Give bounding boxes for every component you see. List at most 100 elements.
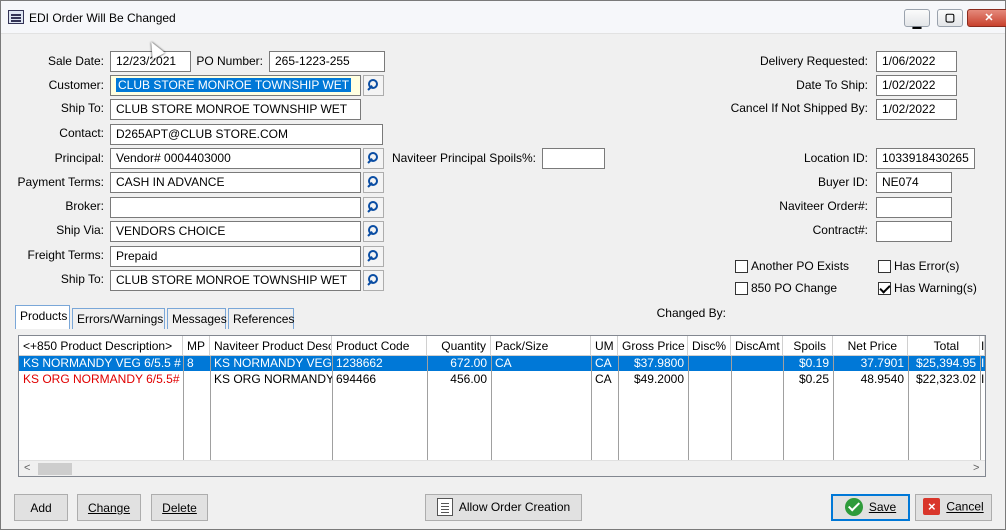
- scroll-right-icon[interactable]: >: [973, 462, 979, 474]
- location-id-label: Location ID:: [803, 151, 868, 165]
- location-id-field[interactable]: 1033918430265: [876, 148, 975, 169]
- cancel-button[interactable]: × Cancel: [915, 494, 992, 521]
- principal-search-button[interactable]: [363, 148, 384, 169]
- payment-terms-label: Payment Terms:: [17, 175, 104, 189]
- column-header[interactable]: Pack/Size: [491, 336, 591, 356]
- column-header[interactable]: Disc%: [688, 336, 731, 356]
- ship-via-label: Ship Via:: [56, 223, 104, 237]
- table-cell: [731, 372, 783, 387]
- payment-terms-field[interactable]: CASH IN ADVANCE: [110, 172, 361, 193]
- allow-order-creation-button[interactable]: Allow Order Creation: [425, 494, 582, 521]
- table-cell: 456.00: [450, 372, 487, 386]
- table-cell: CA: [495, 356, 512, 370]
- maximize-button[interactable]: ▢: [937, 9, 963, 27]
- save-label: Save: [868, 500, 897, 515]
- principal-field[interactable]: Vendor# 0004403000: [110, 148, 361, 169]
- spoils-label: Naviteer Principal Spoils%:: [391, 151, 536, 165]
- tab-references[interactable]: References: [228, 308, 294, 329]
- another-po-checkbox[interactable]: [735, 260, 748, 273]
- column-header[interactable]: <+850 Product Description>: [19, 336, 183, 356]
- another-po-label: Another PO Exists: [751, 259, 850, 273]
- date-to-ship-field[interactable]: 1/02/2022: [876, 75, 957, 96]
- broker-search-button[interactable]: [363, 197, 384, 218]
- naviteer-order-field[interactable]: [876, 197, 952, 218]
- table-cell: I: [981, 356, 985, 370]
- change-button[interactable]: Change: [77, 494, 141, 521]
- freight-terms-search-button[interactable]: [363, 246, 384, 267]
- delivery-requested-label: Delivery Requested:: [759, 54, 868, 68]
- table-cell: $37.9800: [633, 356, 684, 370]
- cancel-if-not-shipped-field[interactable]: 1/02/2022: [876, 99, 957, 120]
- table-cell: I: [981, 372, 985, 386]
- po-number-field[interactable]: 265-1223-255: [269, 51, 385, 72]
- ship-via-field[interactable]: VENDORS CHOICE: [110, 221, 361, 242]
- customer-field[interactable]: CLUB STORE MONROE TOWNSHIP WET: [110, 75, 361, 96]
- ship-to-2-label: Ship To:: [60, 272, 104, 286]
- customer-search-button[interactable]: [363, 75, 384, 96]
- document-icon: [436, 498, 453, 516]
- has-error-label: Has Error(s): [894, 259, 960, 273]
- ship-to-label: Ship To:: [60, 101, 104, 115]
- app-icon: [8, 10, 24, 24]
- horizontal-scrollbar[interactable]: < >: [19, 460, 985, 476]
- freight-terms-label: Freight Terms:: [27, 248, 104, 262]
- ship-to-field[interactable]: CLUB STORE MONROE TOWNSHIP WET: [110, 99, 361, 120]
- title-bar: EDI Order Will Be Changed ▁ ▢ ✕: [1, 1, 1006, 34]
- add-button[interactable]: Add: [14, 494, 68, 521]
- buyer-id-field[interactable]: NE074: [876, 172, 952, 193]
- broker-field[interactable]: [110, 197, 361, 218]
- column-header[interactable]: MP: [183, 336, 210, 356]
- contract-field[interactable]: [876, 221, 952, 242]
- delete-button[interactable]: Delete: [151, 494, 208, 521]
- payment-terms-search-button[interactable]: [363, 172, 384, 193]
- column-header[interactable]: UM: [591, 336, 618, 356]
- window-title: EDI Order Will Be Changed: [29, 11, 176, 25]
- broker-label: Broker:: [65, 199, 104, 213]
- scroll-left-icon[interactable]: <: [24, 462, 30, 474]
- spoils-field[interactable]: [542, 148, 605, 169]
- column-header[interactable]: Product Code: [332, 336, 427, 356]
- column-header[interactable]: Spoils: [783, 336, 833, 356]
- table-cell: $49.2000: [633, 372, 684, 386]
- ship-to-2-field[interactable]: CLUB STORE MONROE TOWNSHIP WET: [110, 270, 361, 291]
- tab-products[interactable]: Products: [15, 305, 70, 329]
- maximize-icon: ▢: [944, 12, 956, 24]
- cancel-label: Cancel: [946, 499, 984, 514]
- table-cell: $0.19: [798, 356, 829, 370]
- scroll-thumb[interactable]: [38, 463, 72, 475]
- table-cell: $0.25: [798, 372, 829, 386]
- delete-label: Delete: [162, 501, 197, 515]
- ship-via-search-button[interactable]: [363, 221, 384, 242]
- table-cell: $25,394.95: [915, 356, 976, 370]
- sale-date-label: Sale Date:: [47, 54, 104, 68]
- has-error-checkbox[interactable]: [878, 260, 891, 273]
- table-cell: [688, 356, 731, 371]
- column-header[interactable]: DiscAmt: [731, 336, 783, 356]
- column-header[interactable]: Gross Price: [618, 336, 688, 356]
- has-warning-checkbox[interactable]: [878, 282, 891, 295]
- table-cell: 672.00: [450, 356, 487, 370]
- tab-messages[interactable]: Messages: [167, 308, 227, 329]
- save-button[interactable]: Save: [831, 494, 910, 521]
- delivery-requested-field[interactable]: 1/06/2022: [876, 51, 957, 72]
- column-header[interactable]: Quantity: [427, 336, 491, 356]
- ship-to-2-search-button[interactable]: [363, 270, 384, 291]
- column-header[interactable]: Naviteer Product Desc: [210, 336, 332, 356]
- products-grid[interactable]: <+850 Product Description> MP Naviteer P…: [18, 335, 986, 477]
- close-button[interactable]: ✕: [967, 9, 1006, 27]
- column-header[interactable]: Total: [908, 336, 980, 356]
- freight-terms-field[interactable]: Prepaid: [110, 246, 361, 267]
- column-header[interactable]: Net Price: [833, 336, 908, 356]
- minimize-icon: ▁: [912, 17, 922, 29]
- table-cell: KS NORMANDY VEG 6/5.5 #: [23, 356, 181, 370]
- naviteer-order-label: Naviteer Order#:: [779, 199, 868, 213]
- contact-field[interactable]: D265APT@CLUB STORE.COM: [110, 124, 383, 145]
- table-cell: CA: [595, 356, 612, 370]
- column-header[interactable]: I: [980, 336, 985, 356]
- table-cell: 48.9540: [860, 372, 904, 386]
- customer-value: CLUB STORE MONROE TOWNSHIP WET: [116, 78, 352, 92]
- tab-errors-warnings[interactable]: Errors/Warnings: [72, 308, 165, 329]
- minimize-button[interactable]: ▁: [904, 9, 930, 29]
- po-change-checkbox[interactable]: [735, 282, 748, 295]
- po-number-label: PO Number:: [196, 54, 263, 68]
